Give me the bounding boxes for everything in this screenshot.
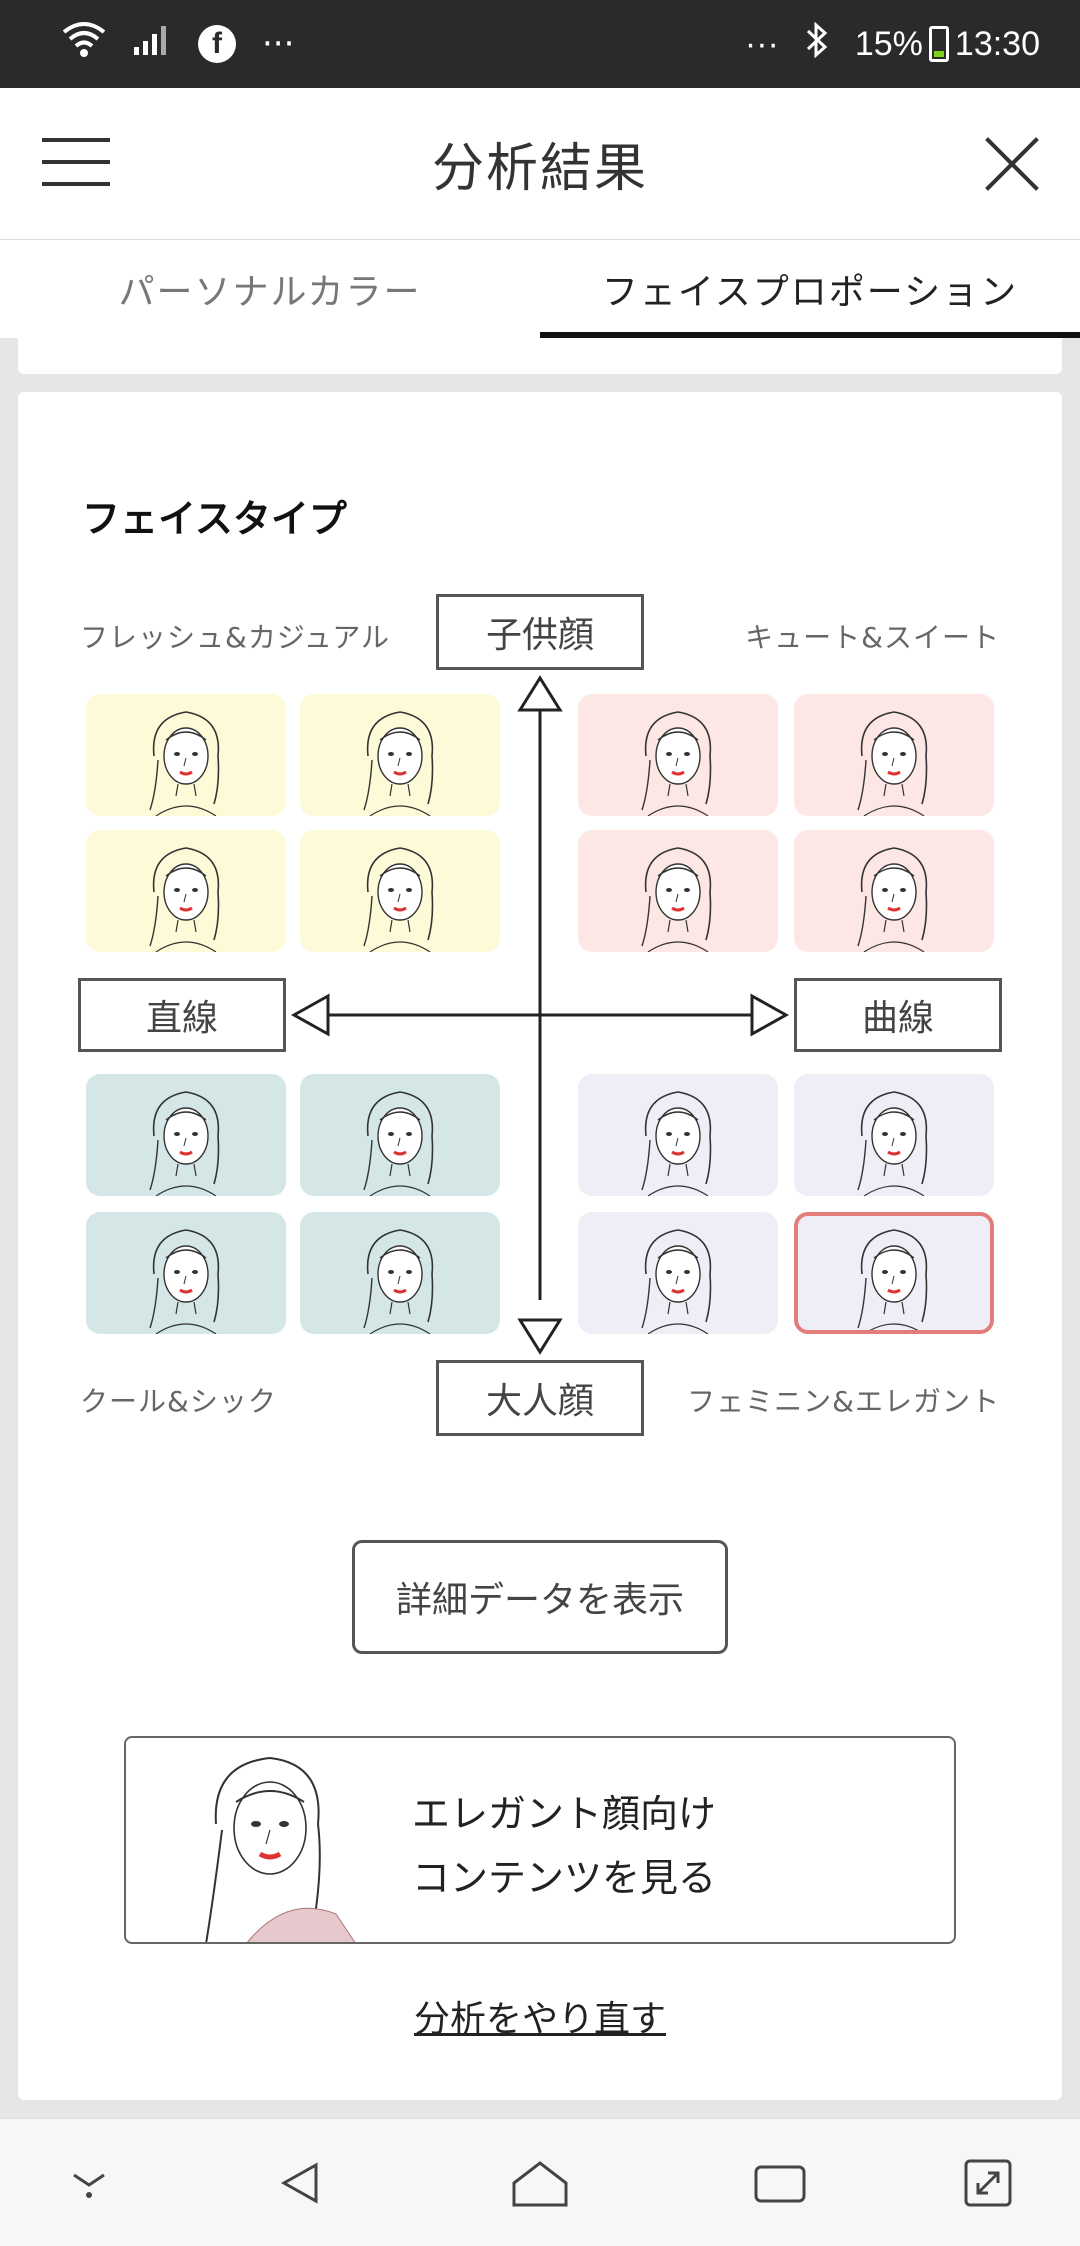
system-nav-bar	[0, 2118, 1080, 2246]
recent-apps-icon[interactable]	[750, 2153, 810, 2213]
axis-right-curve: 曲線	[794, 978, 1002, 1052]
arrow-left-icon	[290, 993, 330, 1037]
face-tile-cool-1[interactable]	[86, 1074, 286, 1196]
face-tile-feminine-1[interactable]	[578, 1074, 778, 1196]
elegant-woman-illustration	[205, 1756, 356, 1942]
banner-line-2: コンテンツを見る	[412, 1856, 717, 1900]
corner-cool-chic: クール&シック	[80, 1385, 277, 1418]
axis-top-child-face: 子供顔	[436, 594, 644, 670]
face-tile-cool-3[interactable]	[86, 1212, 286, 1334]
face-tile-fresh-3[interactable]	[86, 830, 286, 952]
face-tile-feminine-2[interactable]	[794, 1074, 994, 1196]
face-tile-fresh-2[interactable]	[300, 694, 500, 816]
axis-bottom-adult-face: 大人顔	[436, 1360, 644, 1436]
arrow-down-icon	[517, 1318, 563, 1355]
face-tile-cute-3[interactable]	[578, 830, 778, 952]
face-tile-cute-2[interactable]	[794, 694, 994, 816]
corner-cute-sweet: キュート&スイート	[745, 621, 1000, 654]
face-tile-fresh-1[interactable]	[86, 694, 286, 816]
redo-analysis-link[interactable]: 分析をやり直す	[0, 1990, 1080, 2042]
expand-screen-icon[interactable]	[958, 2153, 1018, 2213]
corner-feminine-elegant: フェミニン&エレガント	[687, 1385, 1000, 1418]
back-icon[interactable]	[272, 2153, 332, 2213]
face-tile-cool-4[interactable]	[300, 1212, 500, 1334]
face-tile-feminine-3[interactable]	[578, 1212, 778, 1334]
corner-fresh-casual: フレッシュ&カジュアル	[80, 621, 391, 654]
face-tile-fresh-4[interactable]	[300, 830, 500, 952]
elegant-content-banner[interactable]: エレガント顔向け コンテンツを見る	[124, 1736, 956, 1944]
axis-left-straight: 直線	[78, 978, 286, 1052]
hide-keyboard-icon[interactable]	[64, 2153, 114, 2213]
face-tile-cute-4[interactable]	[794, 830, 994, 952]
show-detail-data-button[interactable]: 詳細データを表示	[352, 1540, 728, 1654]
home-icon[interactable]	[508, 2153, 572, 2213]
face-tile-feminine-4-selected[interactable]	[794, 1212, 994, 1334]
face-tile-cool-2[interactable]	[300, 1074, 500, 1196]
arrow-right-icon	[750, 993, 790, 1037]
banner-line-1: エレガント顔向け	[412, 1792, 717, 1836]
arrow-up-icon	[517, 675, 563, 712]
face-tile-cute-1[interactable]	[578, 694, 778, 816]
